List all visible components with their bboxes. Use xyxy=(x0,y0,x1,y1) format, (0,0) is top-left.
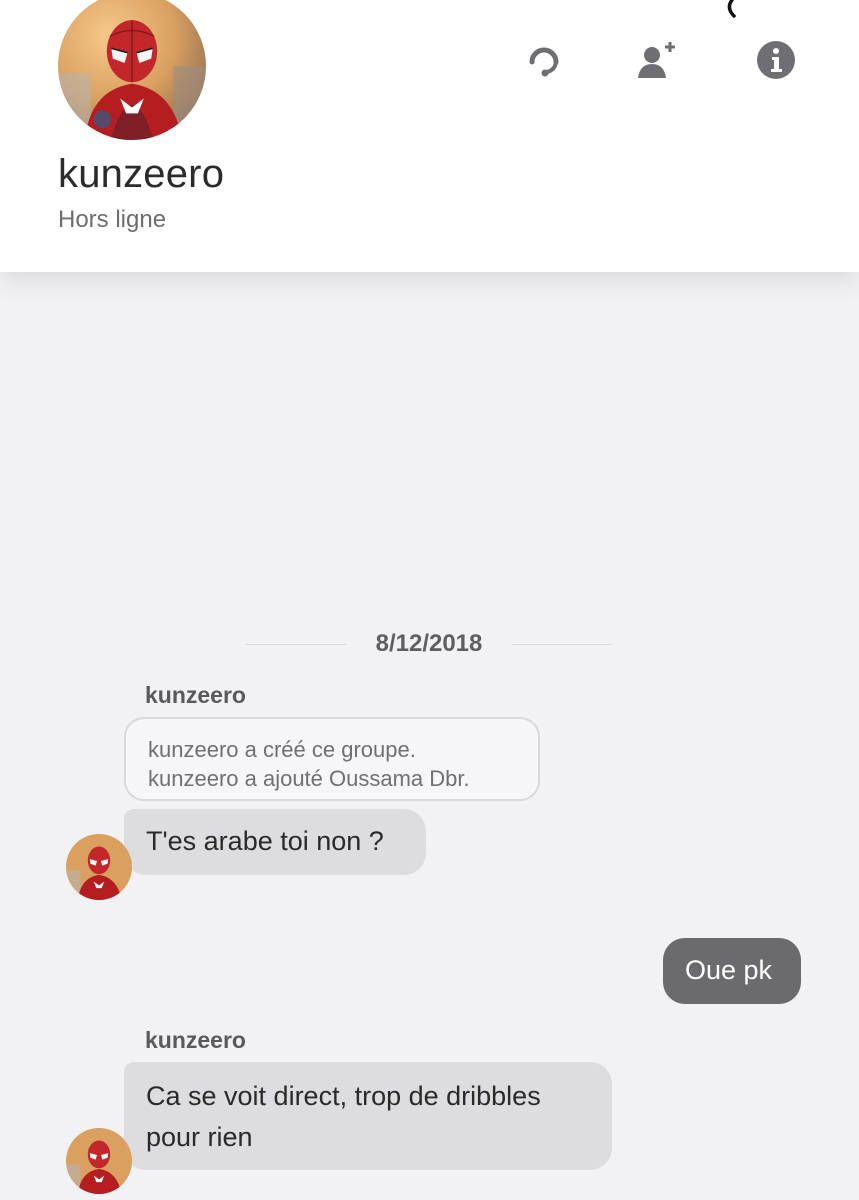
contact-status: Hors ligne xyxy=(58,206,167,233)
bracket-mark-icon xyxy=(727,0,736,18)
spiderman-avatar-icon xyxy=(58,0,206,140)
sender-avatar[interactable] xyxy=(66,1128,132,1194)
add-user-icon[interactable] xyxy=(634,38,678,82)
incoming-message-bubble[interactable]: T'es arabe toi non ? xyxy=(124,809,426,875)
chat-screen: kunzeero Hors ligne 8/12/2018 kunzeero k… xyxy=(0,0,859,1200)
message-text: Oue pk xyxy=(685,955,773,985)
system-line-created: kunzeero a créé ce groupe. xyxy=(148,737,416,762)
contact-avatar[interactable] xyxy=(58,0,206,140)
group-system-message: kunzeero a créé ce groupe. kunzeero a aj… xyxy=(124,717,540,801)
system-line-added: kunzeero a ajouté Oussama Dbr. xyxy=(148,766,470,791)
message-text: Ca se voit direct, trop de dribbles pour… xyxy=(146,1081,541,1152)
headset-icon[interactable] xyxy=(522,38,566,82)
message-sender-name: kunzeero xyxy=(145,1027,246,1053)
spiderman-avatar-icon xyxy=(66,834,132,900)
contact-name: kunzeero xyxy=(58,152,225,196)
chat-header: kunzeero Hors ligne xyxy=(0,0,859,272)
outgoing-message-bubble[interactable]: Oue pk xyxy=(663,938,801,1004)
divider-right xyxy=(512,644,612,645)
message-sender-name: kunzeero xyxy=(145,682,246,708)
spiderman-avatar-icon xyxy=(66,1128,132,1194)
incoming-message-bubble[interactable]: Ca se voit direct, trop de dribbles pour… xyxy=(124,1062,612,1170)
message-text: T'es arabe toi non ? xyxy=(146,826,384,856)
info-icon[interactable] xyxy=(754,38,798,82)
sender-avatar[interactable] xyxy=(66,834,132,900)
date-separator: 8/12/2018 xyxy=(246,628,612,662)
